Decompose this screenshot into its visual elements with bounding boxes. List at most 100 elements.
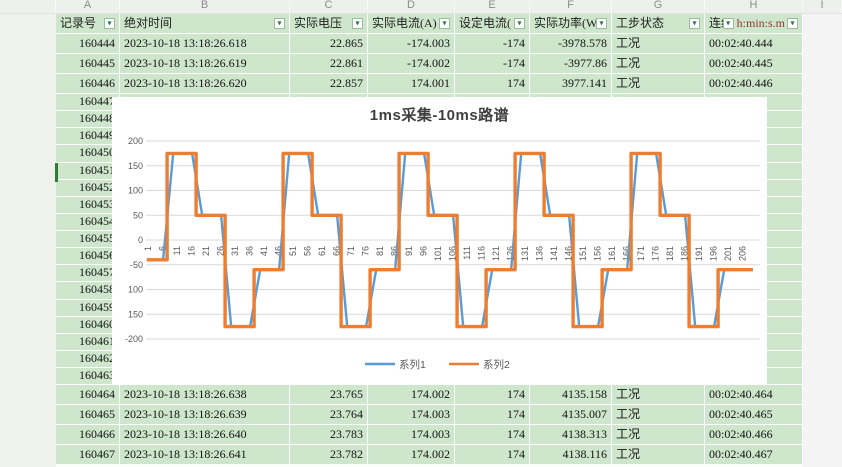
cell[interactable]: 工况 [612, 425, 705, 445]
filter-dropdown-icon[interactable]: ▾ [104, 18, 115, 29]
cell[interactable]: -174 [455, 54, 530, 74]
cell[interactable]: 00:02:40.445 [705, 54, 803, 74]
cell[interactable]: 2023-10-18 13:18:26.641 [120, 445, 290, 465]
cell[interactable]: 工况 [612, 405, 705, 425]
cell[interactable]: 00:02:40.444 [705, 34, 803, 54]
column-letter-I[interactable]: I [803, 0, 842, 14]
column-header-4[interactable]: 实际电流(A)▾ [368, 14, 455, 34]
cell[interactable]: -174 [455, 34, 530, 54]
cell[interactable]: 160466 [56, 425, 120, 445]
filter-dropdown-icon[interactable]: ▾ [274, 18, 285, 29]
column-header-8[interactable]: 连续时间▾h:min:s.m▾ [705, 14, 803, 34]
cell[interactable]: 160465 [56, 405, 120, 425]
column-letter-C[interactable]: C [290, 0, 368, 14]
cell[interactable]: 160461 [56, 334, 120, 351]
cell[interactable]: 174.003 [368, 405, 455, 425]
cell[interactable]: 00:02:40.466 [705, 425, 803, 445]
cell[interactable]: 174 [455, 385, 530, 405]
cell[interactable]: 2023-10-18 13:18:26.620 [120, 74, 290, 94]
column-header-2[interactable]: 绝对时间▾ [120, 14, 290, 34]
cell[interactable]: 工况 [612, 385, 705, 405]
cell[interactable]: 160448 [56, 111, 120, 128]
cell[interactable]: 160462 [56, 351, 120, 368]
cell[interactable]: -3978.578 [530, 34, 612, 54]
cell[interactable]: 160460 [56, 317, 120, 334]
cell[interactable]: 160445 [56, 54, 120, 74]
cell[interactable]: 160457 [56, 265, 120, 282]
cell[interactable]: 174.003 [368, 425, 455, 445]
cell[interactable]: -174.002 [368, 54, 455, 74]
cell[interactable]: 160444 [56, 34, 120, 54]
cell[interactable]: 160447 [56, 94, 120, 111]
filter-dropdown-icon[interactable]: ▾ [439, 18, 450, 29]
cell[interactable]: 22.865 [290, 34, 368, 54]
filter-dropdown-icon[interactable]: ▾ [596, 18, 607, 29]
cell[interactable]: 160449 [56, 128, 120, 145]
column-letter-E[interactable]: E [455, 0, 530, 14]
cell[interactable]: 160451 [56, 163, 120, 180]
cell[interactable]: 160446 [56, 74, 120, 94]
column-letter-B[interactable]: B [120, 0, 290, 14]
column-letter-A[interactable]: A [56, 0, 120, 14]
cell[interactable]: 174.002 [368, 445, 455, 465]
filter-dropdown-icon[interactable]: ▾ [689, 18, 700, 29]
column-header-3[interactable]: 实际电压▾ [290, 14, 368, 34]
cell[interactable]: -174.003 [368, 34, 455, 54]
cell[interactable]: 2023-10-18 13:18:26.619 [120, 54, 290, 74]
column-letter-D[interactable]: D [368, 0, 455, 14]
cell[interactable]: 174.002 [368, 385, 455, 405]
cell[interactable]: 160452 [56, 180, 120, 197]
cell[interactable]: 23.782 [290, 445, 368, 465]
cell[interactable]: 160463 [56, 368, 120, 385]
cell[interactable]: 2023-10-18 13:18:26.618 [120, 34, 290, 54]
cell[interactable]: 174 [455, 445, 530, 465]
embedded-chart[interactable]: 1ms采集-10ms路谱 200150100500-50100150-20016… [112, 97, 767, 385]
cell[interactable]: 160459 [56, 300, 120, 317]
column-letter-F[interactable]: F [530, 0, 612, 14]
column-header-6[interactable]: 实际功率(W▾ [530, 14, 612, 34]
cell[interactable]: 23.764 [290, 405, 368, 425]
cell[interactable]: 23.765 [290, 385, 368, 405]
column-header-7[interactable]: 工步状态▾ [612, 14, 705, 34]
cell[interactable]: 22.857 [290, 74, 368, 94]
cell[interactable]: 4135.158 [530, 385, 612, 405]
cell[interactable]: 160453 [56, 197, 120, 214]
cell[interactable]: 174 [455, 74, 530, 94]
cell[interactable]: 4138.313 [530, 425, 612, 445]
cell[interactable]: 160455 [56, 231, 120, 248]
cell[interactable]: 2023-10-18 13:18:26.639 [120, 405, 290, 425]
cell[interactable]: 160458 [56, 282, 120, 299]
column-header-5[interactable]: 设定电流(▾ [455, 14, 530, 34]
cell[interactable]: 160456 [56, 248, 120, 265]
column-header-1[interactable]: 记录号▾ [56, 14, 120, 34]
filter-dropdown-icon[interactable]: ▾ [723, 18, 734, 29]
cell[interactable]: 工况 [612, 54, 705, 74]
filter-dropdown-icon[interactable]: ▾ [352, 18, 363, 29]
cell[interactable]: 160450 [56, 145, 120, 162]
column-letter-H[interactable]: H [705, 0, 803, 14]
cell[interactable]: 工况 [612, 34, 705, 54]
cell[interactable]: -3977.86 [530, 54, 612, 74]
filter-dropdown-icon[interactable]: ▾ [514, 18, 525, 29]
cell[interactable]: 工况 [612, 74, 705, 94]
cell[interactable]: 4135.007 [530, 405, 612, 425]
cell[interactable]: 160454 [56, 214, 120, 231]
cell[interactable]: 工况 [612, 445, 705, 465]
cell[interactable]: 160464 [56, 385, 120, 405]
cell[interactable]: 23.783 [290, 425, 368, 445]
cell[interactable]: 22.861 [290, 54, 368, 74]
cell[interactable]: 00:02:40.446 [705, 74, 803, 94]
cell[interactable]: 3977.141 [530, 74, 612, 94]
cell[interactable]: 174 [455, 405, 530, 425]
cell[interactable]: 00:02:40.465 [705, 405, 803, 425]
cell[interactable]: 00:02:40.467 [705, 445, 803, 465]
cell[interactable]: 174 [455, 425, 530, 445]
cell[interactable]: 00:02:40.464 [705, 385, 803, 405]
cell[interactable]: 2023-10-18 13:18:26.640 [120, 425, 290, 445]
cell[interactable]: 160467 [56, 445, 120, 465]
cell[interactable]: 2023-10-18 13:18:26.638 [120, 385, 290, 405]
filter-dropdown-icon[interactable]: ▾ [787, 18, 798, 29]
cell[interactable]: 174.001 [368, 74, 455, 94]
column-letter-G[interactable]: G [612, 0, 705, 14]
cell[interactable]: 4138.116 [530, 445, 612, 465]
